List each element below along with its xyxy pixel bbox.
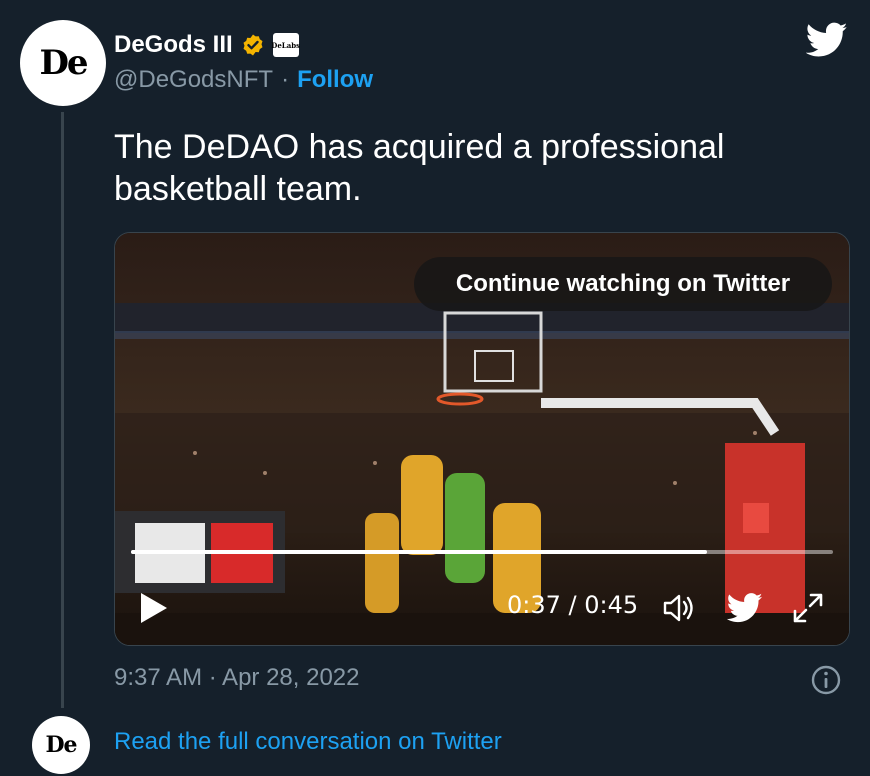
time-display: 0:37 / 0:45 <box>507 591 639 619</box>
author-avatar[interactable]: De <box>20 20 106 106</box>
continue-watching-pill[interactable]: Continue watching on Twitter <box>414 257 832 311</box>
play-icon[interactable] <box>139 591 169 625</box>
affiliate-badge-text: DeLabs <box>271 40 301 50</box>
avatar-text: De <box>39 43 88 83</box>
separator: · <box>281 66 290 93</box>
verified-badge-icon <box>243 34 263 56</box>
info-icon[interactable] <box>810 664 842 696</box>
author-display-name[interactable]: DeGods III <box>114 31 233 59</box>
author-handle[interactable]: @DeGodsNFT <box>114 66 273 94</box>
thread-line <box>61 112 64 708</box>
follow-button[interactable]: Follow <box>297 66 373 94</box>
volume-icon[interactable] <box>661 591 695 625</box>
affiliate-badge[interactable]: DeLabs <box>271 33 301 57</box>
progress-fill <box>131 550 707 554</box>
twitter-bird-icon[interactable] <box>727 591 763 625</box>
author-name-row: DeGods III DeLabs <box>114 28 301 62</box>
tweet-timestamp[interactable]: 9:37 AM · Apr 28, 2022 <box>114 664 360 692</box>
progress-bar[interactable] <box>131 550 833 554</box>
expand-icon[interactable] <box>791 591 825 625</box>
read-full-conversation-link[interactable]: Read the full conversation on Twitter <box>114 728 502 756</box>
small-avatar-text: De <box>45 732 77 758</box>
video-player[interactable]: Continue watching on Twitter 0:37 / 0:45 <box>114 232 850 646</box>
conversation-avatar[interactable]: De <box>32 716 90 774</box>
tweet-text: The DeDAO has acquired a professional ba… <box>114 128 725 208</box>
twitter-logo-icon[interactable] <box>806 22 848 58</box>
handle-row: @DeGodsNFT · Follow <box>114 64 373 96</box>
